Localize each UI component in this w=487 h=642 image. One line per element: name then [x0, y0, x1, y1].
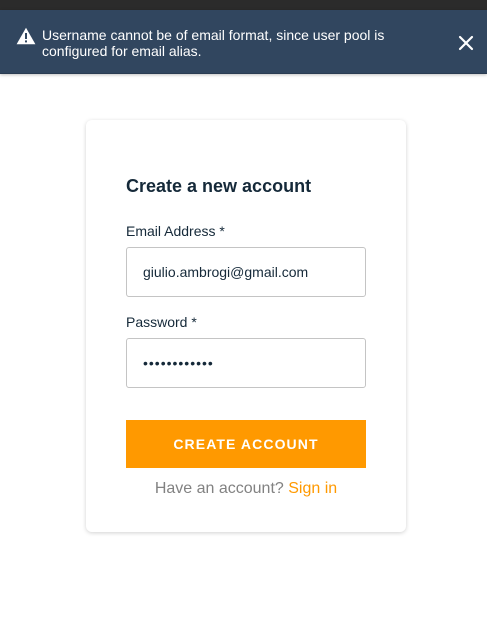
signup-card: Create a new account Email Address * Pas… [86, 120, 406, 532]
email-field[interactable] [126, 247, 366, 297]
email-label: Email Address * [126, 223, 225, 239]
password-field[interactable] [126, 338, 366, 388]
sign-in-link[interactable]: Sign in [288, 480, 337, 497]
page-title: Create a new account [126, 176, 312, 196]
signin-row: Have an account? Sign in [126, 480, 366, 498]
warning-icon [16, 27, 36, 45]
top-strip [0, 0, 487, 10]
toast-message: Username cannot be of email format, sinc… [42, 27, 385, 59]
have-account-text: Have an account? [154, 480, 284, 497]
create-account-button[interactable]: CREATE ACCOUNT [126, 420, 366, 468]
error-toast: Username cannot be of email format, sinc… [0, 10, 487, 74]
close-icon[interactable] [458, 35, 474, 51]
password-label: Password * [126, 314, 197, 330]
